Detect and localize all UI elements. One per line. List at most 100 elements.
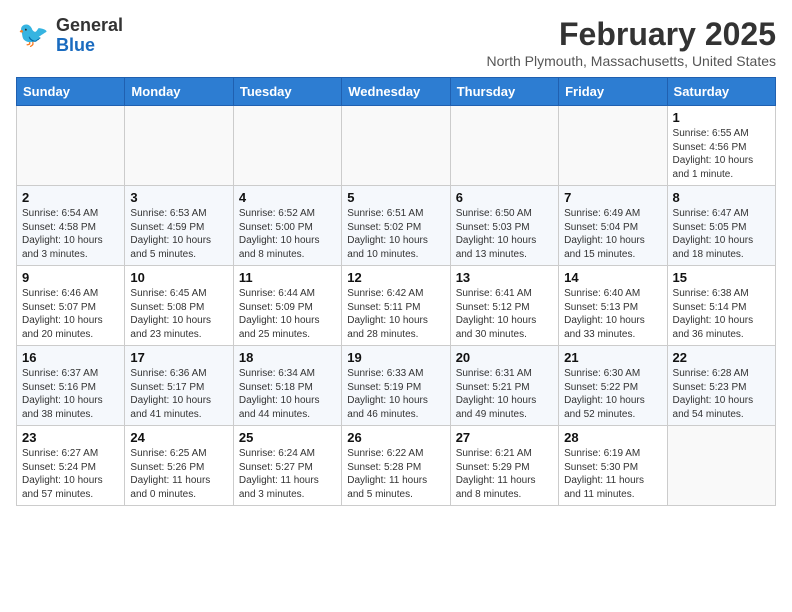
calendar-cell: 25Sunrise: 6:24 AM Sunset: 5:27 PM Dayli… <box>233 426 341 506</box>
logo-icon: 🐦 <box>16 18 52 54</box>
weekday-header-friday: Friday <box>559 78 667 106</box>
weekday-header-row: SundayMondayTuesdayWednesdayThursdayFrid… <box>17 78 776 106</box>
day-number: 18 <box>239 350 336 365</box>
day-info: Sunrise: 6:45 AM Sunset: 5:08 PM Dayligh… <box>130 287 227 341</box>
calendar-cell: 10 Sunrise: 6:45 AM Sunset: 5:08 PM Dayli… <box>125 266 233 346</box>
day-info: Sunrise: 6:46 AM Sunset: 5:07 PM Dayligh… <box>22 287 119 341</box>
day-number: 1 <box>673 110 770 125</box>
weekday-header-tuesday: Tuesday <box>233 78 341 106</box>
calendar-cell: 19 Sunrise: 6:33 AM Sunset: 5:19 PM Dayli… <box>342 346 450 426</box>
day-number: 24 <box>130 430 227 445</box>
calendar-cell: 13Sunrise: 6:41 AM Sunset: 5:12 PM Dayli… <box>450 266 558 346</box>
calendar-cell: 1 Sunrise: 6:55 AM Sunset: 4:56 PM Daylig… <box>667 106 775 186</box>
day-number: 22 <box>673 350 770 365</box>
day-info: Sunrise: 6:34 AM Sunset: 5:18 PM Dayligh… <box>239 367 336 421</box>
day-info: Sunrise: 6:22 AM Sunset: 5:28 PM Dayligh… <box>347 447 444 501</box>
calendar-cell: 14 Sunrise: 6:40 AM Sunset: 5:13 PM Dayli… <box>559 266 667 346</box>
day-number: 4 <box>239 190 336 205</box>
day-info: Sunrise: 6:42 AM Sunset: 5:11 PM Dayligh… <box>347 287 444 341</box>
calendar-cell: 28 Sunrise: 6:19 AM Sunset: 5:30 PM Dayli… <box>559 426 667 506</box>
day-info: Sunrise: 6:41 AM Sunset: 5:12 PM Dayligh… <box>456 287 553 341</box>
day-info: Sunrise: 6:55 AM Sunset: 4:56 PM Dayligh… <box>673 127 770 181</box>
day-info: Sunrise: 6:50 AM Sunset: 5:03 PM Dayligh… <box>456 207 553 261</box>
calendar-cell: 23 Sunrise: 6:27 AM Sunset: 5:24 PM Dayli… <box>17 426 125 506</box>
week-row-3: 9 Sunrise: 6:46 AM Sunset: 5:07 PM Daylig… <box>17 266 776 346</box>
calendar-cell <box>450 106 558 186</box>
weekday-header-thursday: Thursday <box>450 78 558 106</box>
day-number: 9 <box>22 270 119 285</box>
logo-text: General Blue <box>56 16 123 56</box>
calendar-cell: 24 Sunrise: 6:25 AM Sunset: 5:26 PM Dayli… <box>125 426 233 506</box>
day-info: Sunrise: 6:36 AM Sunset: 5:17 PM Dayligh… <box>130 367 227 421</box>
calendar-cell: 16 Sunrise: 6:37 AM Sunset: 5:16 PM Dayli… <box>17 346 125 426</box>
location-title: North Plymouth, Massachusetts, United St… <box>487 53 776 69</box>
day-number: 20 <box>456 350 553 365</box>
day-number: 16 <box>22 350 119 365</box>
day-number: 21 <box>564 350 661 365</box>
day-info: Sunrise: 6:53 AM Sunset: 4:59 PM Dayligh… <box>130 207 227 261</box>
day-number: 26 <box>347 430 444 445</box>
calendar-cell: 27 Sunrise: 6:21 AM Sunset: 5:29 PM Dayli… <box>450 426 558 506</box>
calendar-cell: 11 Sunrise: 6:44 AM Sunset: 5:09 PM Dayli… <box>233 266 341 346</box>
calendar-cell: 7 Sunrise: 6:49 AM Sunset: 5:04 PM Daylig… <box>559 186 667 266</box>
day-number: 15 <box>673 270 770 285</box>
day-info: Sunrise: 6:27 AM Sunset: 5:24 PM Dayligh… <box>22 447 119 501</box>
logo: 🐦 General Blue <box>16 16 123 56</box>
day-number: 5 <box>347 190 444 205</box>
day-info: Sunrise: 6:38 AM Sunset: 5:14 PM Dayligh… <box>673 287 770 341</box>
weekday-header-monday: Monday <box>125 78 233 106</box>
week-row-4: 16 Sunrise: 6:37 AM Sunset: 5:16 PM Dayli… <box>17 346 776 426</box>
calendar-table: SundayMondayTuesdayWednesdayThursdayFrid… <box>16 77 776 506</box>
calendar-cell: 2 Sunrise: 6:54 AM Sunset: 4:58 PM Daylig… <box>17 186 125 266</box>
title-area: February 2025 North Plymouth, Massachuse… <box>487 16 776 69</box>
day-info: Sunrise: 6:54 AM Sunset: 4:58 PM Dayligh… <box>22 207 119 261</box>
day-number: 11 <box>239 270 336 285</box>
week-row-2: 2 Sunrise: 6:54 AM Sunset: 4:58 PM Daylig… <box>17 186 776 266</box>
day-info: Sunrise: 6:19 AM Sunset: 5:30 PM Dayligh… <box>564 447 661 501</box>
calendar-cell: 26 Sunrise: 6:22 AM Sunset: 5:28 PM Dayli… <box>342 426 450 506</box>
calendar-cell: 17 Sunrise: 6:36 AM Sunset: 5:17 PM Dayli… <box>125 346 233 426</box>
day-info: Sunrise: 6:52 AM Sunset: 5:00 PM Dayligh… <box>239 207 336 261</box>
day-number: 8 <box>673 190 770 205</box>
day-info: Sunrise: 6:49 AM Sunset: 5:04 PM Dayligh… <box>564 207 661 261</box>
day-number: 3 <box>130 190 227 205</box>
calendar-cell <box>342 106 450 186</box>
calendar-cell <box>233 106 341 186</box>
day-info: Sunrise: 6:51 AM Sunset: 5:02 PM Dayligh… <box>347 207 444 261</box>
day-info: Sunrise: 6:40 AM Sunset: 5:13 PM Dayligh… <box>564 287 661 341</box>
calendar-cell <box>559 106 667 186</box>
week-row-1: 1 Sunrise: 6:55 AM Sunset: 4:56 PM Daylig… <box>17 106 776 186</box>
calendar-cell: 18 Sunrise: 6:34 AM Sunset: 5:18 PM Dayli… <box>233 346 341 426</box>
day-number: 2 <box>22 190 119 205</box>
week-row-5: 23 Sunrise: 6:27 AM Sunset: 5:24 PM Dayli… <box>17 426 776 506</box>
day-number: 14 <box>564 270 661 285</box>
calendar-cell: 9 Sunrise: 6:46 AM Sunset: 5:07 PM Daylig… <box>17 266 125 346</box>
day-number: 10 <box>130 270 227 285</box>
day-number: 6 <box>456 190 553 205</box>
day-info: Sunrise: 6:33 AM Sunset: 5:19 PM Dayligh… <box>347 367 444 421</box>
calendar-cell: 8 Sunrise: 6:47 AM Sunset: 5:05 PM Daylig… <box>667 186 775 266</box>
calendar-cell: 21 Sunrise: 6:30 AM Sunset: 5:22 PM Dayli… <box>559 346 667 426</box>
month-title: February 2025 <box>487 16 776 53</box>
day-number: 23 <box>22 430 119 445</box>
day-info: Sunrise: 6:37 AM Sunset: 5:16 PM Dayligh… <box>22 367 119 421</box>
calendar-cell <box>125 106 233 186</box>
day-info: Sunrise: 6:44 AM Sunset: 5:09 PM Dayligh… <box>239 287 336 341</box>
calendar-cell: 22 Sunrise: 6:28 AM Sunset: 5:23 PM Dayli… <box>667 346 775 426</box>
weekday-header-sunday: Sunday <box>17 78 125 106</box>
day-number: 17 <box>130 350 227 365</box>
day-number: 27 <box>456 430 553 445</box>
calendar-cell <box>667 426 775 506</box>
day-info: Sunrise: 6:21 AM Sunset: 5:29 PM Dayligh… <box>456 447 553 501</box>
day-number: 28 <box>564 430 661 445</box>
calendar-cell: 4 Sunrise: 6:52 AM Sunset: 5:00 PM Daylig… <box>233 186 341 266</box>
day-info: Sunrise: 6:25 AM Sunset: 5:26 PM Dayligh… <box>130 447 227 501</box>
day-info: Sunrise: 6:47 AM Sunset: 5:05 PM Dayligh… <box>673 207 770 261</box>
day-number: 7 <box>564 190 661 205</box>
day-info: Sunrise: 6:30 AM Sunset: 5:22 PM Dayligh… <box>564 367 661 421</box>
header: 🐦 General Blue February 2025 North Plymo… <box>16 16 776 69</box>
day-number: 19 <box>347 350 444 365</box>
day-info: Sunrise: 6:31 AM Sunset: 5:21 PM Dayligh… <box>456 367 553 421</box>
weekday-header-wednesday: Wednesday <box>342 78 450 106</box>
day-info: Sunrise: 6:28 AM Sunset: 5:23 PM Dayligh… <box>673 367 770 421</box>
